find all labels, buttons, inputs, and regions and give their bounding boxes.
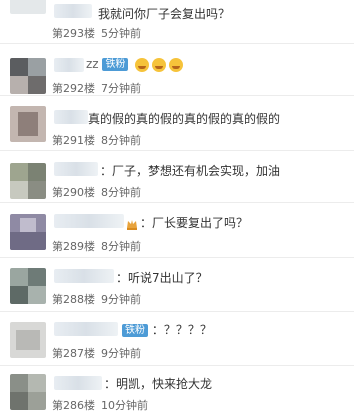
comment-item: ：厂子，梦想还有机会实现，加油 第290楼 8分钟前 bbox=[0, 151, 354, 203]
comment-meta: 第287楼 9分钟前 bbox=[52, 345, 141, 361]
fan-badge: 铁粉 bbox=[122, 324, 148, 337]
comment-item: 我就问你厂子会复出吗？ 第293楼 5分钟前 bbox=[0, 0, 354, 44]
comment-text: 我就问你厂子会复出吗？ bbox=[98, 7, 231, 21]
avatar[interactable] bbox=[10, 106, 46, 142]
comment-body: ：厂长要复出了吗？ bbox=[140, 216, 249, 230]
floor-number: 第290楼 bbox=[52, 186, 95, 199]
comment-item: ：明凯，快来抢大龙 第286楼 10分钟前 bbox=[0, 366, 354, 412]
comment-text: ：听说7出山了？ bbox=[116, 271, 208, 285]
comment-meta: 第292楼 7分钟前 bbox=[52, 80, 141, 96]
timestamp: 10分钟前 bbox=[101, 399, 148, 412]
timestamp: 9分钟前 bbox=[101, 347, 141, 360]
comment-header: 铁粉 ：？？？？ bbox=[122, 321, 212, 338]
comment-item: zz 铁粉 第292楼 7分钟前 bbox=[0, 44, 354, 96]
floor-number: 第293楼 bbox=[52, 27, 95, 40]
floor-number: 第286楼 bbox=[52, 399, 95, 412]
timestamp: 7分钟前 bbox=[101, 82, 141, 95]
comment-item: 真的假的真的假的真的假的真的假的 第291楼 8分钟前 bbox=[0, 96, 354, 151]
crown-icon bbox=[127, 219, 137, 230]
floor-number: 第292楼 bbox=[52, 82, 95, 95]
avatar[interactable] bbox=[10, 322, 46, 358]
username[interactable] bbox=[54, 269, 114, 283]
comment-text: 真的假的真的假的真的假的真的假的 bbox=[88, 112, 281, 126]
crying-face-icon bbox=[135, 57, 150, 72]
comment-body: ：？？？？ bbox=[151, 323, 212, 337]
floor-number: 第288楼 bbox=[52, 293, 95, 306]
comment-item: 铁粉 ：？？？？ 第287楼 9分钟前 bbox=[0, 312, 354, 366]
crying-face-icon bbox=[152, 57, 167, 72]
avatar[interactable] bbox=[10, 268, 46, 304]
comment-header: zz 铁粉 bbox=[86, 57, 184, 72]
comment-text: ：明凯，快来抢大龙 bbox=[104, 377, 213, 391]
timestamp: 8分钟前 bbox=[101, 134, 141, 147]
comment-meta: 第291楼 8分钟前 bbox=[52, 132, 141, 148]
avatar[interactable] bbox=[10, 214, 46, 250]
crying-face-icon bbox=[169, 57, 184, 72]
comment-list: 我就问你厂子会复出吗？ 第293楼 5分钟前 zz 铁粉 第292楼 7分钟前 真的… bbox=[0, 0, 354, 412]
username[interactable] bbox=[54, 322, 118, 336]
comment-text: ：厂子，梦想还有机会实现，加油 bbox=[100, 164, 281, 178]
comment-meta: 第293楼 5分钟前 bbox=[52, 25, 141, 41]
username[interactable] bbox=[54, 58, 84, 72]
comment-meta: 第289楼 8分钟前 bbox=[52, 238, 141, 254]
timestamp: 5分钟前 bbox=[101, 27, 141, 40]
avatar[interactable] bbox=[10, 0, 46, 14]
avatar[interactable] bbox=[10, 58, 46, 94]
username[interactable] bbox=[54, 214, 124, 228]
comment-item: ：听说7出山了？ 第288楼 9分钟前 bbox=[0, 258, 354, 312]
username[interactable] bbox=[54, 110, 88, 124]
username[interactable] bbox=[54, 4, 92, 18]
floor-number: 第289楼 bbox=[52, 240, 95, 253]
username[interactable] bbox=[54, 376, 102, 390]
fan-badge: 铁粉 bbox=[102, 58, 129, 71]
comment-item: ：厂长要复出了吗？ 第289楼 8分钟前 bbox=[0, 203, 354, 258]
timestamp: 8分钟前 bbox=[101, 240, 141, 253]
timestamp: 8分钟前 bbox=[101, 186, 141, 199]
floor-number: 第291楼 bbox=[52, 134, 95, 147]
avatar[interactable] bbox=[10, 163, 46, 199]
comment-meta: 第288楼 9分钟前 bbox=[52, 291, 141, 307]
comment-text: ：厂长要复出了吗？ bbox=[126, 214, 248, 231]
avatar[interactable] bbox=[10, 374, 46, 410]
timestamp: 9分钟前 bbox=[101, 293, 141, 306]
floor-number: 第287楼 bbox=[52, 347, 95, 360]
username[interactable] bbox=[54, 162, 98, 176]
comment-meta: 第290楼 8分钟前 bbox=[52, 184, 141, 200]
comment-meta: 第286楼 10分钟前 bbox=[52, 397, 148, 413]
username-suffix[interactable]: zz bbox=[86, 57, 99, 71]
